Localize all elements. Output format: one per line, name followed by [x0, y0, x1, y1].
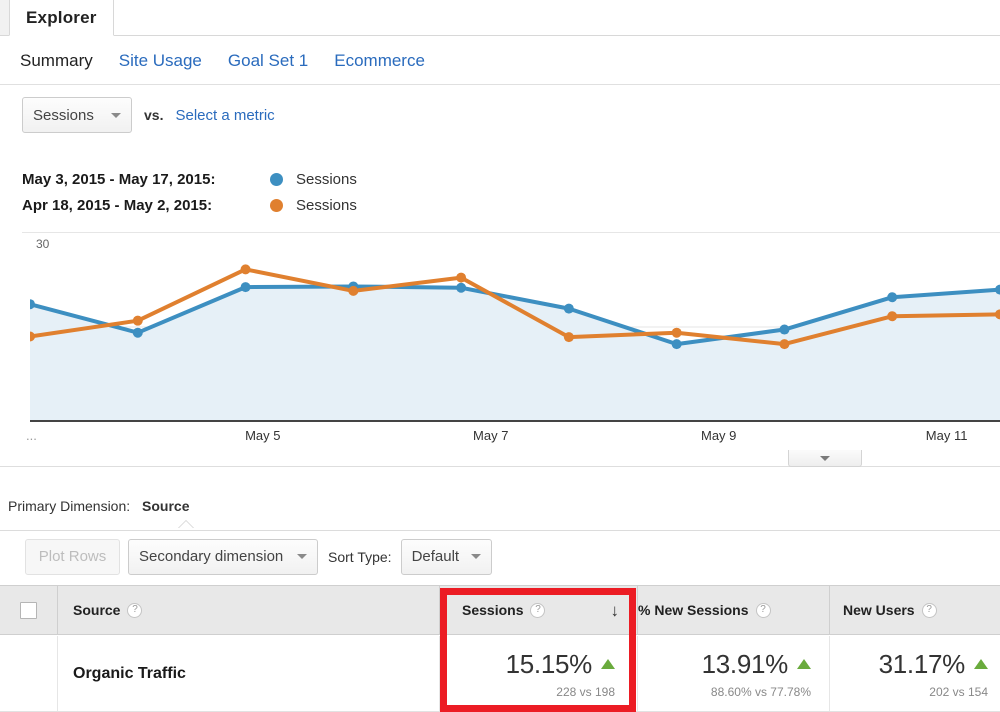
primary-dimension-pointer — [178, 521, 194, 529]
new-users-comparison: 202 vs 154 — [929, 685, 988, 699]
report-subtab-bar: Summary Site Usage Goal Set 1 Ecommerce — [0, 37, 1000, 85]
subtab-ecommerce[interactable]: Ecommerce — [334, 51, 425, 71]
trend-up-icon — [601, 659, 615, 669]
tab-explorer[interactable]: Explorer — [9, 0, 114, 36]
column-header-sessions[interactable]: Sessions ? ↓ — [440, 586, 637, 634]
x-axis-tick-2: May 7 — [473, 428, 508, 443]
metric-selector-row: Sessions vs. Select a metric — [0, 86, 1000, 144]
subtab-goal-set-1[interactable]: Goal Set 1 — [228, 51, 308, 71]
help-icon[interactable]: ? — [756, 603, 771, 618]
row-select-cell — [0, 636, 57, 711]
subtab-summary[interactable]: Summary — [20, 51, 93, 71]
secondary-dimension-dropdown[interactable]: Secondary dimension — [128, 539, 318, 575]
column-header-new-users-label: New Users — [843, 602, 915, 618]
sort-type-value: Default — [412, 548, 460, 565]
vs-label: vs. — [144, 107, 163, 123]
sort-type-dropdown[interactable]: Default — [401, 539, 493, 575]
primary-dimension-value[interactable]: Source — [142, 498, 189, 514]
new-users-percent: 31.17% — [879, 649, 965, 680]
primary-dimension-label: Primary Dimension: — [8, 498, 130, 514]
legend-range-current: May 3, 2015 - May 17, 2015: — [22, 171, 270, 188]
column-header-new-users[interactable]: New Users ? — [830, 586, 1000, 634]
x-axis-tick-labels: ... May 5 May 7 May 9 May 11 — [0, 428, 1000, 450]
select-a-metric-link[interactable]: Select a metric — [175, 107, 274, 124]
primary-dimension: Primary Dimension: Source — [8, 498, 190, 514]
chevron-down-icon — [820, 456, 830, 461]
sessions-comparison: 228 vs 198 — [556, 685, 615, 699]
cell-new-users: 31.17% 202 vs 154 — [830, 636, 1000, 711]
column-header-source-label: Source — [73, 602, 120, 618]
column-header-pct-new-sessions-label: % New Sessions — [638, 602, 749, 618]
sort-descending-icon: ↓ — [611, 602, 620, 619]
help-icon[interactable]: ? — [530, 603, 545, 618]
x-axis-tick-3: May 9 — [701, 428, 736, 443]
chevron-down-icon — [297, 554, 307, 559]
trend-up-icon — [974, 659, 988, 669]
pct-new-sessions-comparison: 88.60% vs 77.78% — [711, 685, 811, 699]
help-icon[interactable]: ? — [127, 603, 142, 618]
legend-item-previous: Apr 18, 2015 - May 2, 2015: Sessions — [22, 192, 357, 218]
legend-metric-previous: Sessions — [296, 197, 357, 214]
sessions-timeseries-chart[interactable]: 30 15 ...May 5May 7May 9May 11 — [0, 232, 1000, 432]
column-header-pct-new-sessions[interactable]: % New Sessions ? — [638, 586, 829, 634]
pct-new-sessions-percent: 13.91% — [702, 649, 788, 680]
cell-sessions: 15.15% 228 vs 198 — [440, 636, 637, 711]
report-tab-strip: Explorer — [0, 0, 1000, 36]
chart-plot-svg — [30, 232, 1000, 422]
cell-pct-new-sessions: 13.91% 88.60% vs 77.78% — [638, 636, 829, 711]
select-all-checkbox[interactable] — [20, 602, 37, 619]
subtab-site-usage[interactable]: Site Usage — [119, 51, 202, 71]
table-header-row: Source ? Sessions ? ↓ % New Sessions ? N… — [0, 585, 1000, 635]
sort-type-label: Sort Type: — [328, 549, 392, 565]
chevron-down-icon — [471, 554, 481, 559]
table-toolbar: Plot Rows Secondary dimension Sort Type:… — [0, 530, 1000, 582]
plot-rows-button: Plot Rows — [25, 539, 120, 575]
cell-source: Organic Traffic — [57, 636, 439, 711]
x-axis-line — [30, 420, 1000, 422]
explorer-report-page: Explorer Summary Site Usage Goal Set 1 E… — [0, 0, 1000, 712]
legend-dot-previous — [270, 199, 283, 212]
source-name[interactable]: Organic Traffic — [73, 665, 186, 683]
legend-metric-current: Sessions — [296, 171, 357, 188]
tabstrip-empty-area — [110, 0, 1000, 36]
table-row[interactable]: Organic Traffic 15.15% 228 vs 198 13.91% — [0, 636, 1000, 712]
select-all-cell — [0, 586, 57, 634]
column-header-sessions-label: Sessions — [462, 602, 523, 618]
source-metrics-table: Source ? Sessions ? ↓ % New Sessions ? N… — [0, 585, 1000, 712]
chevron-down-icon — [111, 113, 121, 118]
metric-select-value: Sessions — [33, 107, 94, 124]
x-axis-tick-0: ... — [26, 428, 37, 443]
help-icon[interactable]: ? — [922, 603, 937, 618]
chart-legend: May 3, 2015 - May 17, 2015: Sessions Apr… — [22, 166, 357, 218]
x-axis-tick-4: May 11 — [926, 428, 968, 443]
x-axis-tick-1: May 5 — [245, 428, 280, 443]
column-header-source[interactable]: Source ? — [57, 586, 439, 634]
plot-rows-label: Plot Rows — [39, 548, 107, 565]
sessions-percent: 15.15% — [506, 649, 592, 680]
secondary-dimension-label: Secondary dimension — [139, 548, 283, 565]
legend-range-previous: Apr 18, 2015 - May 2, 2015: — [22, 197, 270, 214]
metric-select-dropdown[interactable]: Sessions — [22, 97, 132, 133]
trend-up-icon — [797, 659, 811, 669]
legend-item-current: May 3, 2015 - May 17, 2015: Sessions — [22, 166, 357, 192]
chart-collapse-button[interactable] — [788, 450, 862, 467]
legend-dot-current — [270, 173, 283, 186]
tab-explorer-label: Explorer — [26, 8, 97, 28]
